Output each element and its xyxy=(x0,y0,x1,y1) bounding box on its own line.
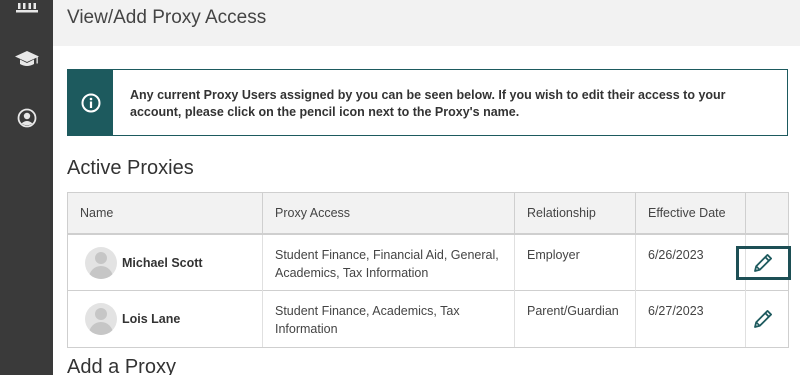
user-circle-icon[interactable] xyxy=(0,107,53,129)
info-message: Any current Proxy Users assigned by you … xyxy=(130,88,726,119)
table-row: Michael Scott Student Finance, Financial… xyxy=(68,235,791,291)
avatar xyxy=(85,303,117,335)
effective-date-cell: 6/27/2023 xyxy=(636,291,746,347)
pencil-icon xyxy=(754,310,772,328)
edit-proxy-button[interactable] xyxy=(736,302,791,336)
proxy-name-cell: Michael Scott xyxy=(68,235,263,291)
proxy-name: Michael Scott xyxy=(122,256,203,270)
proxy-access-cell: Student Finance, Financial Aid, General,… xyxy=(263,235,515,291)
page-header: View/Add Proxy Access xyxy=(53,0,800,46)
column-header-actions xyxy=(746,193,788,233)
relationship-cell: Employer xyxy=(515,235,636,291)
institution-icon[interactable] xyxy=(0,0,53,16)
relationship-cell: Parent/Guardian xyxy=(515,291,636,347)
sidebar xyxy=(0,0,53,375)
edit-cell xyxy=(732,291,794,347)
edit-proxy-button[interactable] xyxy=(735,246,791,280)
column-header-effective-date: Effective Date xyxy=(636,193,746,233)
pencil-icon xyxy=(754,254,772,272)
info-icon xyxy=(81,93,100,112)
info-alert: Any current Proxy Users assigned by you … xyxy=(67,69,788,136)
active-proxies-title: Active Proxies xyxy=(67,157,194,179)
proxy-access-cell: Student Finance, Academics, Tax Informat… xyxy=(263,291,515,347)
table-row: Lois Lane Student Finance, Academics, Ta… xyxy=(68,291,788,347)
edit-cell xyxy=(732,235,794,291)
proxies-table: Name Proxy Access Relationship Effective… xyxy=(67,192,791,348)
add-proxy-title: Add a Proxy xyxy=(67,356,176,375)
column-header-proxy-access: Proxy Access xyxy=(263,193,515,233)
column-header-name: Name xyxy=(68,193,263,233)
proxy-name-cell: Lois Lane xyxy=(68,291,263,347)
table-header: Name Proxy Access Relationship Effective… xyxy=(68,193,788,235)
graduation-cap-icon[interactable] xyxy=(0,48,53,70)
effective-date-cell: 6/26/2023 xyxy=(636,235,746,291)
proxy-name: Lois Lane xyxy=(122,312,181,326)
info-icon-area xyxy=(68,70,113,135)
column-header-relationship: Relationship xyxy=(515,193,636,233)
avatar xyxy=(85,247,117,279)
page-title: View/Add Proxy Access xyxy=(67,7,267,28)
